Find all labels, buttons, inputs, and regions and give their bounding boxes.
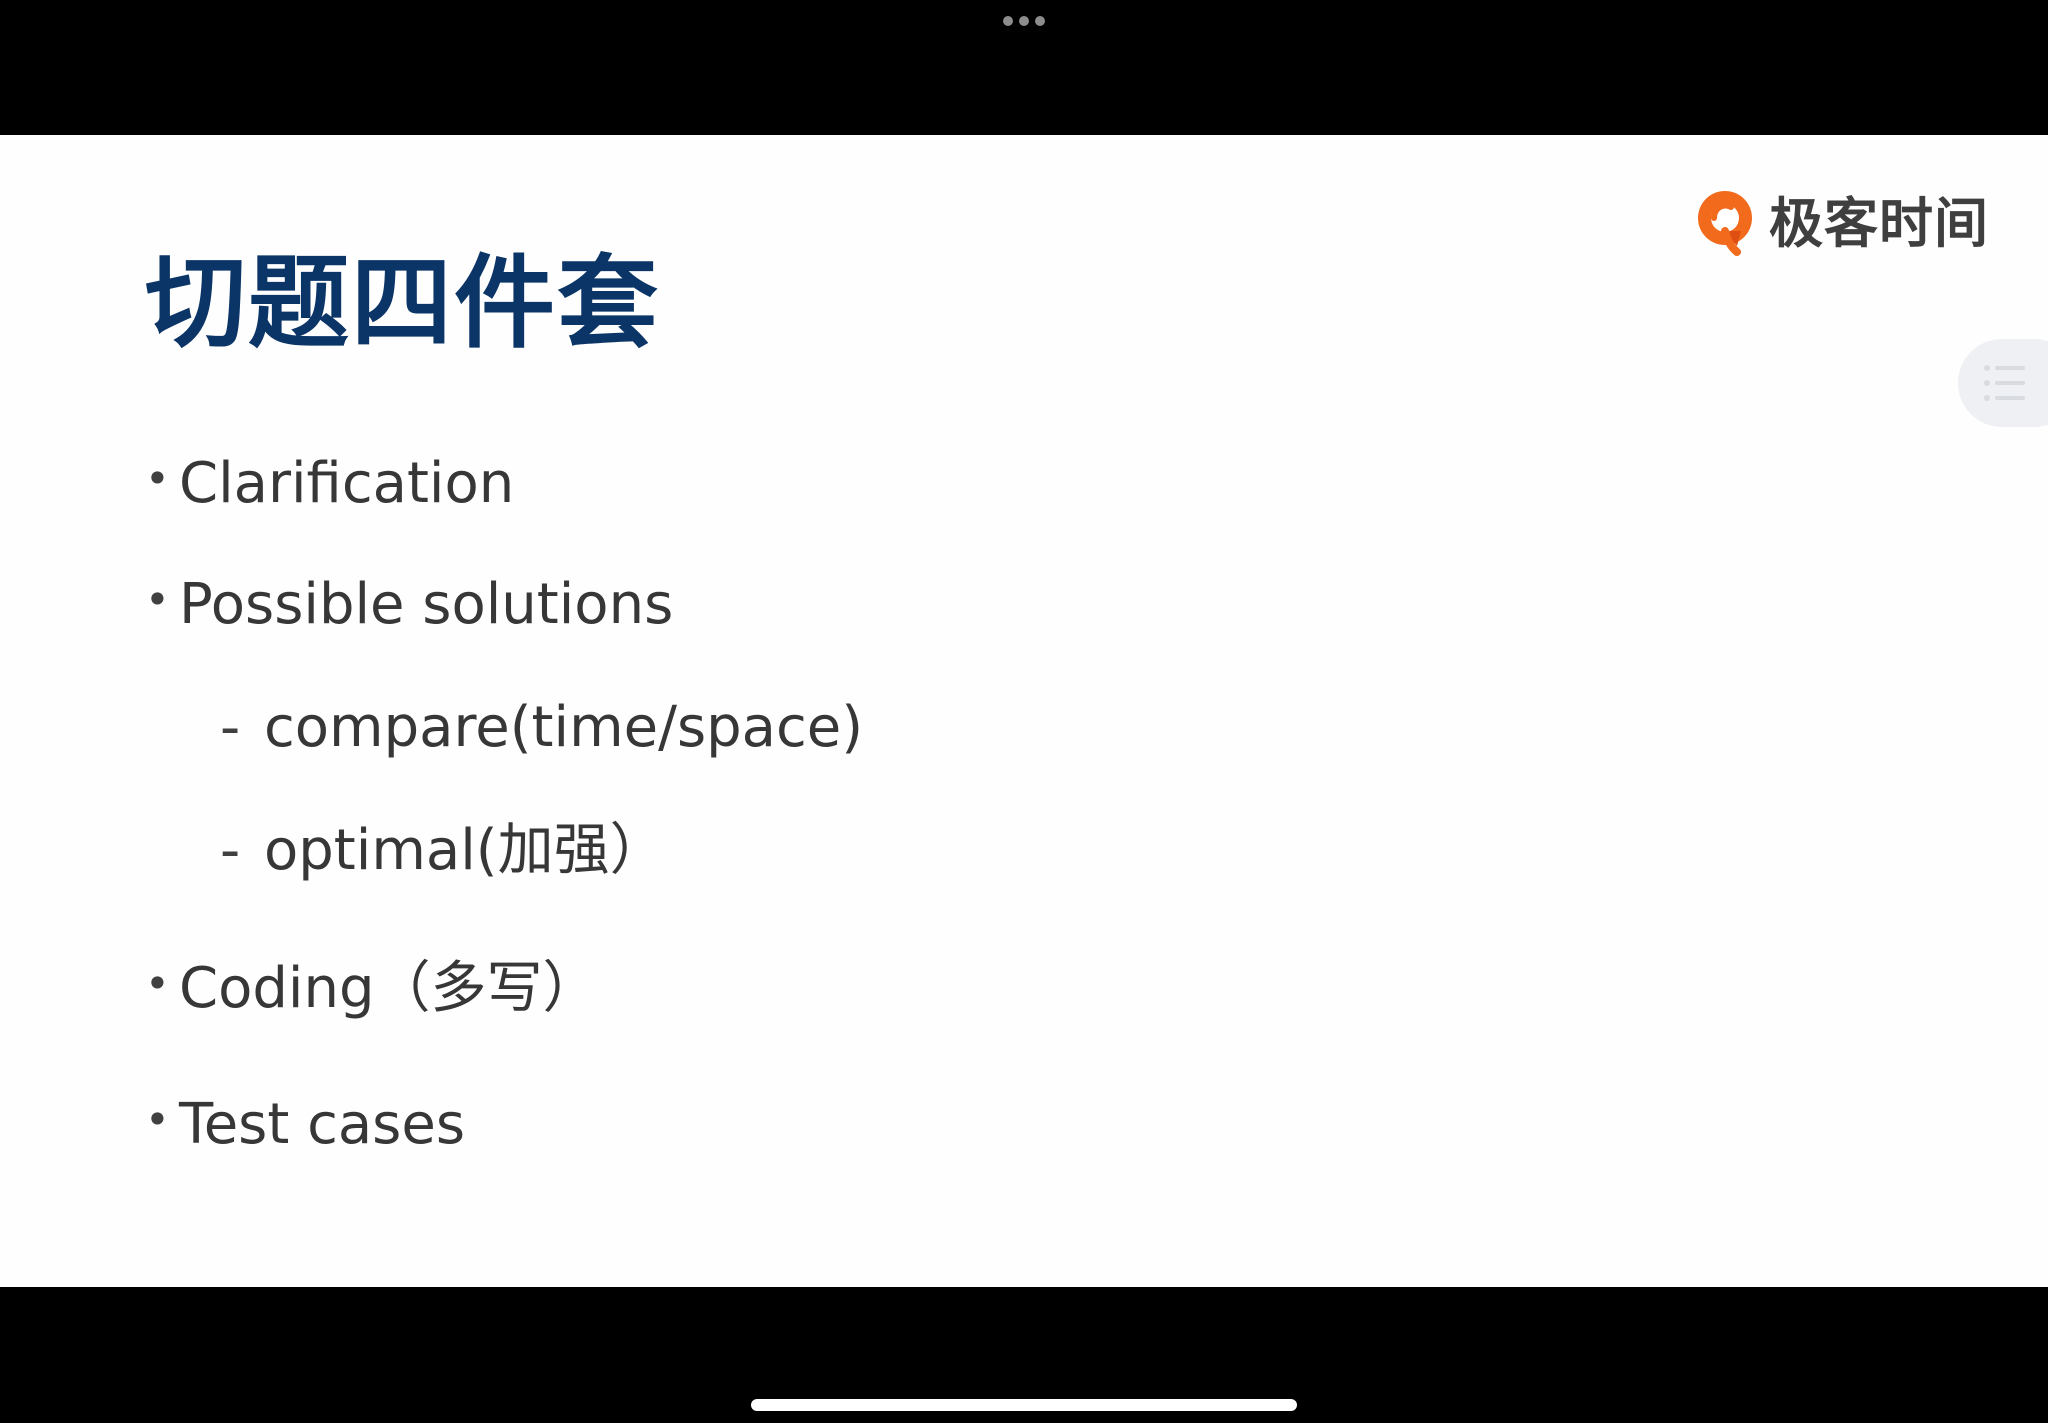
ellipsis-dot	[1003, 16, 1013, 26]
list-icon	[1984, 365, 2025, 401]
bullet-text: Clarification	[179, 451, 515, 516]
ellipsis-dot	[1035, 16, 1045, 26]
sub-item-text: compare(time/space)	[264, 695, 864, 760]
bullet-text: Test cases	[179, 1092, 465, 1157]
geektime-logo-icon	[1698, 191, 1752, 256]
sub-item-marker: -	[220, 818, 241, 883]
bullet-marker: •	[145, 959, 170, 1008]
side-list-tab[interactable]	[1958, 339, 2048, 427]
sub-item-text: optimal(加强）	[264, 818, 666, 883]
bullet-marker: •	[145, 1095, 170, 1144]
top-letterbox-bar	[0, 0, 2048, 135]
ellipsis-dot	[1019, 16, 1029, 26]
bottom-letterbox-bar	[0, 1287, 2048, 1423]
bullet-text: Possible solutions	[179, 572, 674, 637]
slide-title: 切题四件套	[145, 244, 661, 362]
home-indicator[interactable]	[751, 1399, 1297, 1411]
sub-item-marker: -	[220, 695, 241, 760]
geektime-brand-name: 极客时间	[1769, 192, 1989, 255]
bullet-marker: •	[145, 454, 170, 503]
bullet-text: Coding（多写）	[179, 956, 599, 1021]
multitasking-ellipsis-icon[interactable]	[1003, 16, 1045, 26]
bullet-marker: •	[145, 575, 170, 624]
presentation-slide: 切题四件套 极客时间 • Clarification • Possible so…	[0, 135, 2048, 1287]
ipad-screen: 切题四件套 极客时间 • Clarification • Possible so…	[0, 0, 2048, 1423]
geektime-brand-logo: 极客时间	[1693, 185, 1998, 263]
